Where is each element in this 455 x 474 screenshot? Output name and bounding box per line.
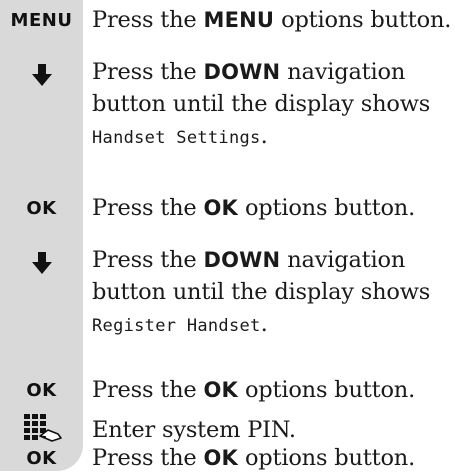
down-arrow-icon	[0, 64, 83, 86]
step-text: Press the	[92, 59, 204, 85]
ok-key-label: OK	[26, 380, 57, 401]
step-3-text: Press the OK options button.	[92, 192, 452, 224]
display-text: Handset Settings	[92, 128, 261, 148]
button-name: OK	[203, 378, 238, 402]
ok-key-label: OK	[26, 448, 57, 469]
menu-key-label: MENU	[10, 10, 73, 31]
button-name: OK	[203, 446, 238, 470]
step-text: Press the	[92, 195, 204, 221]
button-name: OK	[203, 196, 238, 220]
down-arrow-icon	[0, 252, 83, 274]
step-text: Press the	[92, 247, 204, 273]
step-text: options button.	[274, 7, 452, 33]
button-name: DOWN	[203, 60, 281, 84]
step-text: Press the	[92, 377, 204, 403]
step-1-text: Press the MENU options button.	[92, 4, 452, 36]
step-4-text: Press the DOWN navigation button until t…	[92, 244, 452, 342]
button-name: MENU	[203, 8, 275, 32]
button-name: DOWN	[203, 248, 281, 272]
keypad-hand-icon	[0, 412, 83, 442]
step-text: .	[260, 123, 268, 149]
step-text: options button.	[238, 377, 416, 403]
ok-key-label: OK	[26, 198, 57, 219]
step-text: .	[260, 311, 268, 337]
step-7-text: Press the OK options button.	[92, 442, 452, 474]
step-text: Press the	[92, 445, 204, 471]
step-2-text: Press the DOWN navigation button until t…	[92, 56, 452, 154]
step-text: options button.	[238, 445, 416, 471]
display-text: Register Handset	[92, 316, 261, 336]
step-5-text: Press the OK options button.	[92, 374, 452, 406]
step-text: Press the	[92, 7, 204, 33]
step-text: options button.	[238, 195, 416, 221]
